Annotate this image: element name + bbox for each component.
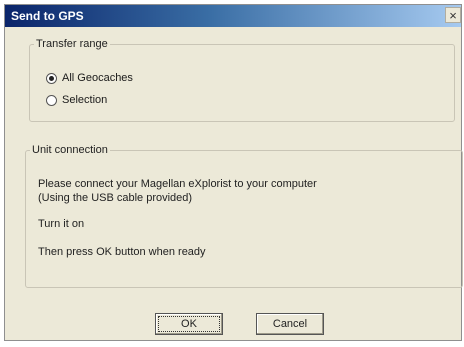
window-title: Send to GPS — [11, 9, 84, 23]
radio-label-all-geocaches: All Geocaches — [62, 72, 133, 84]
close-button[interactable]: × — [445, 7, 461, 23]
radio-all-geocaches[interactable]: All Geocaches — [46, 72, 133, 84]
instruction-press-ok: Then press OK button when ready — [38, 246, 206, 258]
instruction-connect: Please connect your Magellan eXplorist t… — [38, 178, 317, 190]
instruction-turn-on: Turn it on — [38, 218, 85, 230]
radio-label-selection: Selection — [62, 94, 108, 106]
title-bar[interactable]: Send to GPS × — [5, 5, 461, 27]
unit-connection-group: Unit connection Please connect your Mage… — [25, 144, 463, 288]
ok-button[interactable]: OK — [155, 313, 223, 335]
transfer-range-legend: Transfer range — [36, 38, 108, 50]
radio-selection[interactable]: Selection — [46, 94, 107, 106]
transfer-range-group: Transfer range All Geocaches Selection — [29, 38, 455, 122]
radio-button-checked[interactable] — [46, 72, 57, 84]
cancel-button[interactable]: Cancel — [256, 313, 324, 335]
send-to-gps-dialog: Send to GPS × Transfer range All Geocach… — [4, 4, 463, 341]
instruction-usb-cable: (Using the USB cable provided) — [38, 192, 193, 204]
unit-connection-legend: Unit connection — [32, 144, 108, 156]
close-icon: × — [449, 8, 457, 23]
radio-button-unchecked[interactable] — [46, 94, 57, 106]
